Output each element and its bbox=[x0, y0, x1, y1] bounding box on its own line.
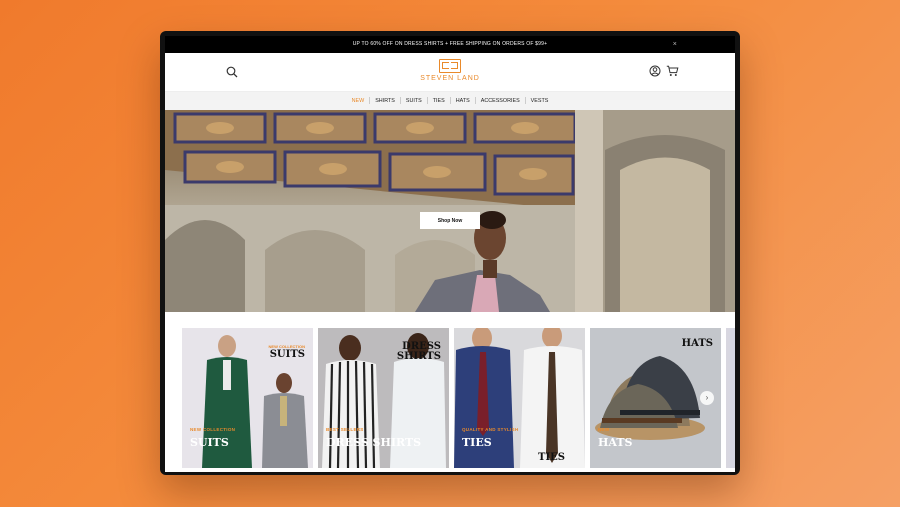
category-carousel: NEW COLLECTION SUITS NEW COLLECTION SUIT… bbox=[182, 328, 735, 468]
category-card-next-preview[interactable] bbox=[726, 328, 735, 468]
nav-item-ties[interactable]: TIES bbox=[428, 92, 450, 110]
nav-item-vests[interactable]: VESTS bbox=[526, 92, 554, 110]
nav-item-accessories[interactable]: ACCESSORIES bbox=[476, 92, 525, 110]
account-icon[interactable] bbox=[649, 65, 661, 77]
logo-text: STEVEN LAND bbox=[420, 75, 480, 82]
category-card-dress-shirts[interactable]: DRESS SHIRTS BEST SELLERS DRESS SHIRTS bbox=[318, 328, 449, 468]
dress-shirts-eyebrow: BEST SELLERS bbox=[326, 427, 364, 432]
nav-item-new[interactable]: NEW bbox=[347, 92, 370, 110]
promo-close-button[interactable]: × bbox=[673, 36, 677, 53]
ties-label: TIES bbox=[462, 436, 492, 449]
promo-text: UP TO 60% OFF ON DRESS SHIRTS + FREE SHI… bbox=[352, 41, 548, 47]
ties-eyebrow: QUALITY AND STYLISH bbox=[462, 427, 519, 432]
ties-corner-title: TIES bbox=[538, 452, 565, 463]
site-header: STEVEN LAND bbox=[165, 53, 735, 92]
logo-mark-icon bbox=[439, 59, 461, 73]
dress-shirts-corner-title: DRESS SHIRTS bbox=[396, 341, 441, 362]
category-card-suits[interactable]: NEW COLLECTION SUITS NEW COLLECTION SUIT… bbox=[182, 328, 313, 468]
hero-banner: Shop Now bbox=[165, 110, 735, 312]
category-card-hats[interactable]: HATS NEW HATS › bbox=[590, 328, 721, 468]
hats-label: HATS bbox=[598, 436, 633, 449]
promo-bar: UP TO 60% OFF ON DRESS SHIRTS + FREE SHI… bbox=[165, 36, 735, 53]
hats-corner-title: HATS bbox=[681, 338, 713, 349]
brand-logo[interactable]: STEVEN LAND bbox=[410, 59, 490, 82]
shop-now-button[interactable]: Shop Now bbox=[420, 212, 480, 229]
nav-item-hats[interactable]: HATS bbox=[451, 92, 475, 110]
browser-frame: UP TO 60% OFF ON DRESS SHIRTS + FREE SHI… bbox=[160, 31, 740, 475]
hats-eyebrow: NEW bbox=[598, 427, 610, 432]
website-screen: UP TO 60% OFF ON DRESS SHIRTS + FREE SHI… bbox=[165, 36, 735, 472]
nav-item-shirts[interactable]: SHIRTS bbox=[370, 92, 400, 110]
category-card-ties[interactable]: TIES QUALITY AND STYLISH TIES bbox=[454, 328, 585, 468]
suits-corner-title: SUITS bbox=[269, 349, 305, 360]
hero-image bbox=[165, 110, 735, 312]
cart-icon[interactable] bbox=[666, 65, 679, 77]
dress-shirts-label: DRESS SHIRTS bbox=[326, 436, 422, 449]
nav-item-suits[interactable]: SUITS bbox=[401, 92, 427, 110]
main-nav: NEW SHIRTS SUITS TIES HATS ACCESSORIES VESTS bbox=[165, 92, 735, 110]
chevron-right-icon[interactable]: › bbox=[700, 391, 714, 405]
suits-eyebrow: NEW COLLECTION bbox=[190, 427, 236, 432]
suits-label: SUITS bbox=[190, 436, 229, 449]
search-icon[interactable] bbox=[225, 65, 239, 79]
